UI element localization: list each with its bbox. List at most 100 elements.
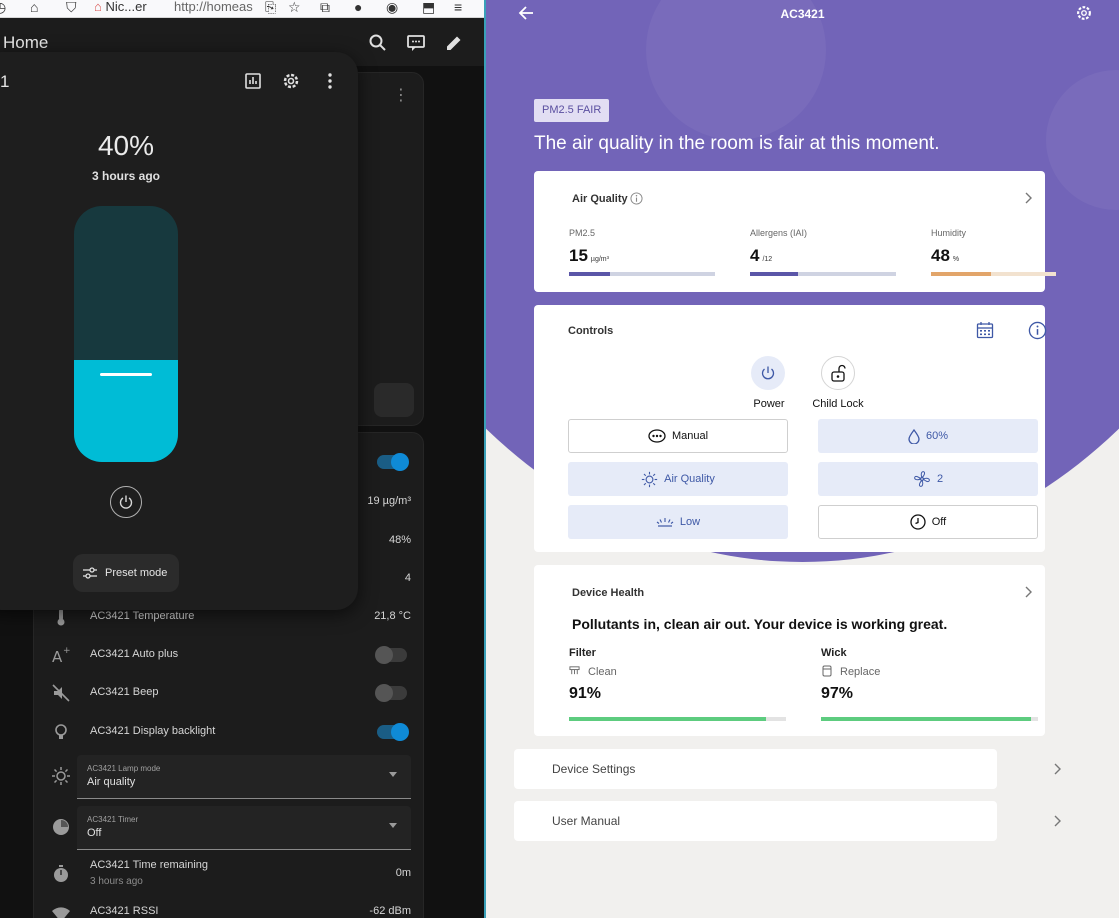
filter-title: Filter (569, 647, 596, 659)
cookie-icon[interactable]: ◉ (386, 0, 398, 17)
entity-name: AC3421 Temperature (90, 610, 195, 622)
device-health-card[interactable]: Device Health Pollutants in, clean air o… (534, 565, 1045, 736)
ublock-icon[interactable]: ● (354, 0, 362, 17)
star-icon[interactable]: ☆ (288, 0, 301, 17)
browser-tab[interactable]: ⌂ Nic...er (94, 0, 147, 17)
wick-life-fill (821, 717, 1032, 721)
home-icon[interactable]: ⌂ (30, 0, 38, 17)
philips-air-app: AC3421 PM2.5 FAIR The air quality in the… (486, 0, 1119, 918)
more-vert-icon[interactable] (320, 71, 340, 91)
url-field[interactable]: http://homeas (174, 0, 253, 17)
pill-content: Manual (569, 420, 787, 452)
child-lock-button[interactable] (821, 356, 855, 390)
card-menu-icon[interactable]: ⋮ (393, 85, 409, 105)
metric-bar-fill (750, 272, 799, 276)
pill-label: Low (679, 516, 701, 528)
toggle-knob (375, 684, 393, 702)
entity-row-beep[interactable]: AC3421 Beep (33, 674, 424, 712)
chevron-right-icon[interactable] (1024, 192, 1034, 204)
chevron-right-icon (1054, 763, 1061, 775)
mode-icon (648, 429, 666, 443)
timer-button[interactable]: Off (818, 505, 1038, 539)
metric-number: 48 (931, 246, 950, 265)
metric-label: PM2.5 (569, 228, 596, 238)
entity-row-time-remaining[interactable]: AC3421 Time remaining 3 hours ago 0m (33, 853, 424, 895)
schedule-calendar-icon[interactable] (976, 321, 994, 339)
history-chart-icon[interactable] (243, 71, 263, 91)
wick-title: Wick (821, 647, 847, 659)
stopwatch-icon (54, 865, 68, 882)
chevron-right-icon[interactable] (1024, 586, 1034, 598)
select-label: AC3421 Lamp mode (87, 764, 161, 773)
slider-handle[interactable] (100, 373, 152, 376)
app-header: AC3421 (486, 0, 1119, 28)
device-settings-row[interactable]: Device Settings (514, 749, 1061, 789)
water-drop-icon (908, 428, 920, 444)
tune-icon (83, 567, 97, 579)
timer-select[interactable]: AC3421 Timer Off (77, 806, 411, 850)
humidity-slider[interactable] (74, 206, 178, 462)
card-footer-button[interactable] (374, 383, 414, 417)
pill-label: 60% (925, 430, 949, 442)
wick-icon (822, 665, 832, 677)
humidity-value: 48% (388, 534, 411, 546)
lamp-mode-select[interactable]: AC3421 Lamp mode Air quality (77, 755, 411, 799)
mode-button[interactable]: Manual (568, 419, 788, 453)
card-title: Controls (568, 325, 614, 337)
allergen-value: 4 (404, 572, 411, 584)
power-toggle-button[interactable] (751, 356, 785, 390)
pill-content: 2 (818, 462, 1038, 496)
display-backlight-toggle[interactable] (377, 723, 409, 741)
lightbulb-icon (55, 724, 67, 739)
select-label: AC3421 Timer (87, 815, 139, 824)
settings-icon[interactable] (281, 71, 301, 91)
air-quality-card[interactable]: Air Quality PM2.5 15 µg/m³ Allergens (IAI… (534, 171, 1056, 292)
health-message: Pollutants in, clean air out. Your devic… (572, 616, 948, 632)
info-icon[interactable] (630, 192, 643, 205)
light-mode-button[interactable]: Air Quality (568, 462, 788, 496)
timer-icon (53, 819, 69, 835)
air-quality-headline: The air quality in the room is fair at t… (534, 133, 940, 154)
edit-icon[interactable] (444, 33, 464, 53)
purifier-power-toggle[interactable] (377, 453, 409, 471)
translate-icon[interactable]: ⎘ (265, 0, 276, 17)
settings-icon[interactable] (1075, 4, 1093, 22)
user-manual-row[interactable]: User Manual (514, 801, 1061, 841)
entity-row-rssi[interactable]: AC3421 RSSI -62 dBm (33, 896, 424, 918)
menu-icon[interactable]: ≡ (454, 0, 462, 17)
assist-icon[interactable] (406, 33, 426, 53)
entity-name: AC3421 Display backlight (90, 725, 216, 737)
controls-card: Controls Power Child Lock Manual 60% Air… (534, 305, 1047, 552)
metric-value: 4/12 (750, 246, 772, 266)
extension-icon[interactable]: ⧉ (320, 0, 330, 17)
extensions-icon[interactable]: ⬒ (422, 0, 435, 17)
history-icon[interactable]: ◷ (0, 0, 6, 17)
search-icon[interactable] (368, 33, 388, 53)
pm25-value: 19 µg/m³ (367, 495, 411, 507)
auto-plus-toggle[interactable] (375, 646, 407, 664)
metric-unit: % (952, 256, 960, 263)
pill-content: Low (568, 505, 788, 539)
card-title: Device Health (572, 587, 645, 599)
home-assistant-window: ◷ ⌂ ⛉ ⌂ Nic...er http://homeas ⎘ ☆ ⧉ ● ◉… (0, 0, 484, 918)
entity-value: 21,8 °C (374, 610, 411, 622)
filter-status: Clean (588, 666, 617, 678)
chevron-down-icon (389, 772, 397, 777)
beep-toggle[interactable] (375, 684, 407, 702)
auto-plus-icon: A + (52, 646, 71, 665)
info-icon[interactable] (1028, 321, 1047, 340)
shield-icon[interactable]: ⛉ (66, 0, 77, 17)
entity-row-auto-plus[interactable]: A + AC3421 Auto plus (33, 636, 424, 674)
device-title: AC3421 (780, 7, 825, 21)
brightness-button[interactable]: Low (568, 505, 788, 539)
fan-speed-button[interactable]: 2 (818, 462, 1038, 496)
power-button[interactable] (110, 486, 142, 518)
pill-content: 60% (818, 419, 1038, 453)
toggle-knob (375, 646, 393, 664)
browser-toolbar: ◷ ⌂ ⛉ ⌂ Nic...er http://homeas ⎘ ☆ ⧉ ● ◉… (0, 0, 484, 18)
wick-percent: 97% (821, 685, 854, 702)
humidity-target-button[interactable]: 60% (818, 419, 1038, 453)
preset-mode-button[interactable]: Preset mode (73, 554, 179, 592)
entity-row-display-backlight[interactable]: AC3421 Display backlight (33, 713, 424, 751)
entity-name: AC3421 Time remaining (90, 859, 209, 871)
